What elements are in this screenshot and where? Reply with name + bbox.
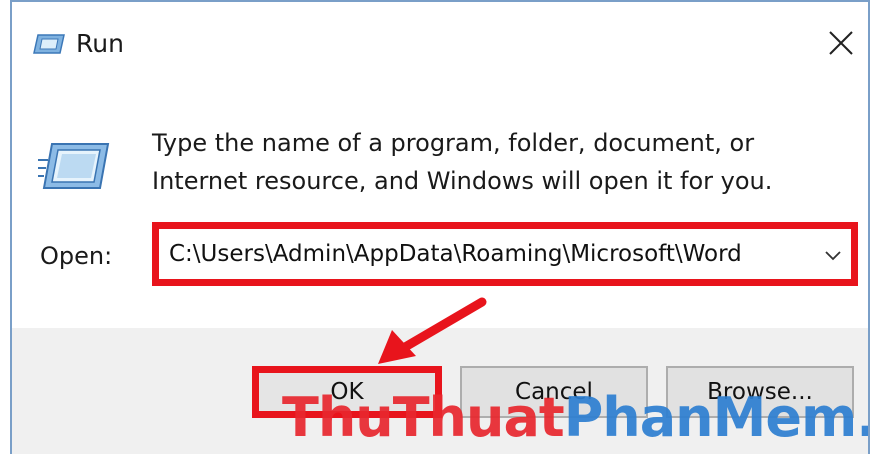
watermark-part2: PhanMem xyxy=(563,386,858,449)
watermark-part1: ThuThuat xyxy=(282,386,565,449)
open-label: Open: xyxy=(40,242,113,270)
open-combobox[interactable]: C:\Users\Admin\AppData\Roaming\Microsoft… xyxy=(152,222,858,286)
watermark-part3: .vn xyxy=(856,386,868,449)
chevron-down-icon[interactable] xyxy=(823,245,843,265)
run-program-icon xyxy=(38,140,110,192)
run-icon xyxy=(32,32,66,56)
watermark: ThuThuatPhanMem.vn xyxy=(282,386,868,449)
run-dialog: Run Type the name of a program, folder, … xyxy=(10,0,870,454)
close-icon xyxy=(829,31,853,55)
description-text: Type the name of a program, folder, docu… xyxy=(152,129,773,195)
red-arrow-annotation xyxy=(378,297,487,364)
window-title: Run xyxy=(76,29,124,58)
close-button[interactable] xyxy=(818,26,862,62)
title-bar[interactable]: Run xyxy=(12,2,868,88)
open-input-value[interactable]: C:\Users\Admin\AppData\Roaming\Microsoft… xyxy=(169,241,742,267)
